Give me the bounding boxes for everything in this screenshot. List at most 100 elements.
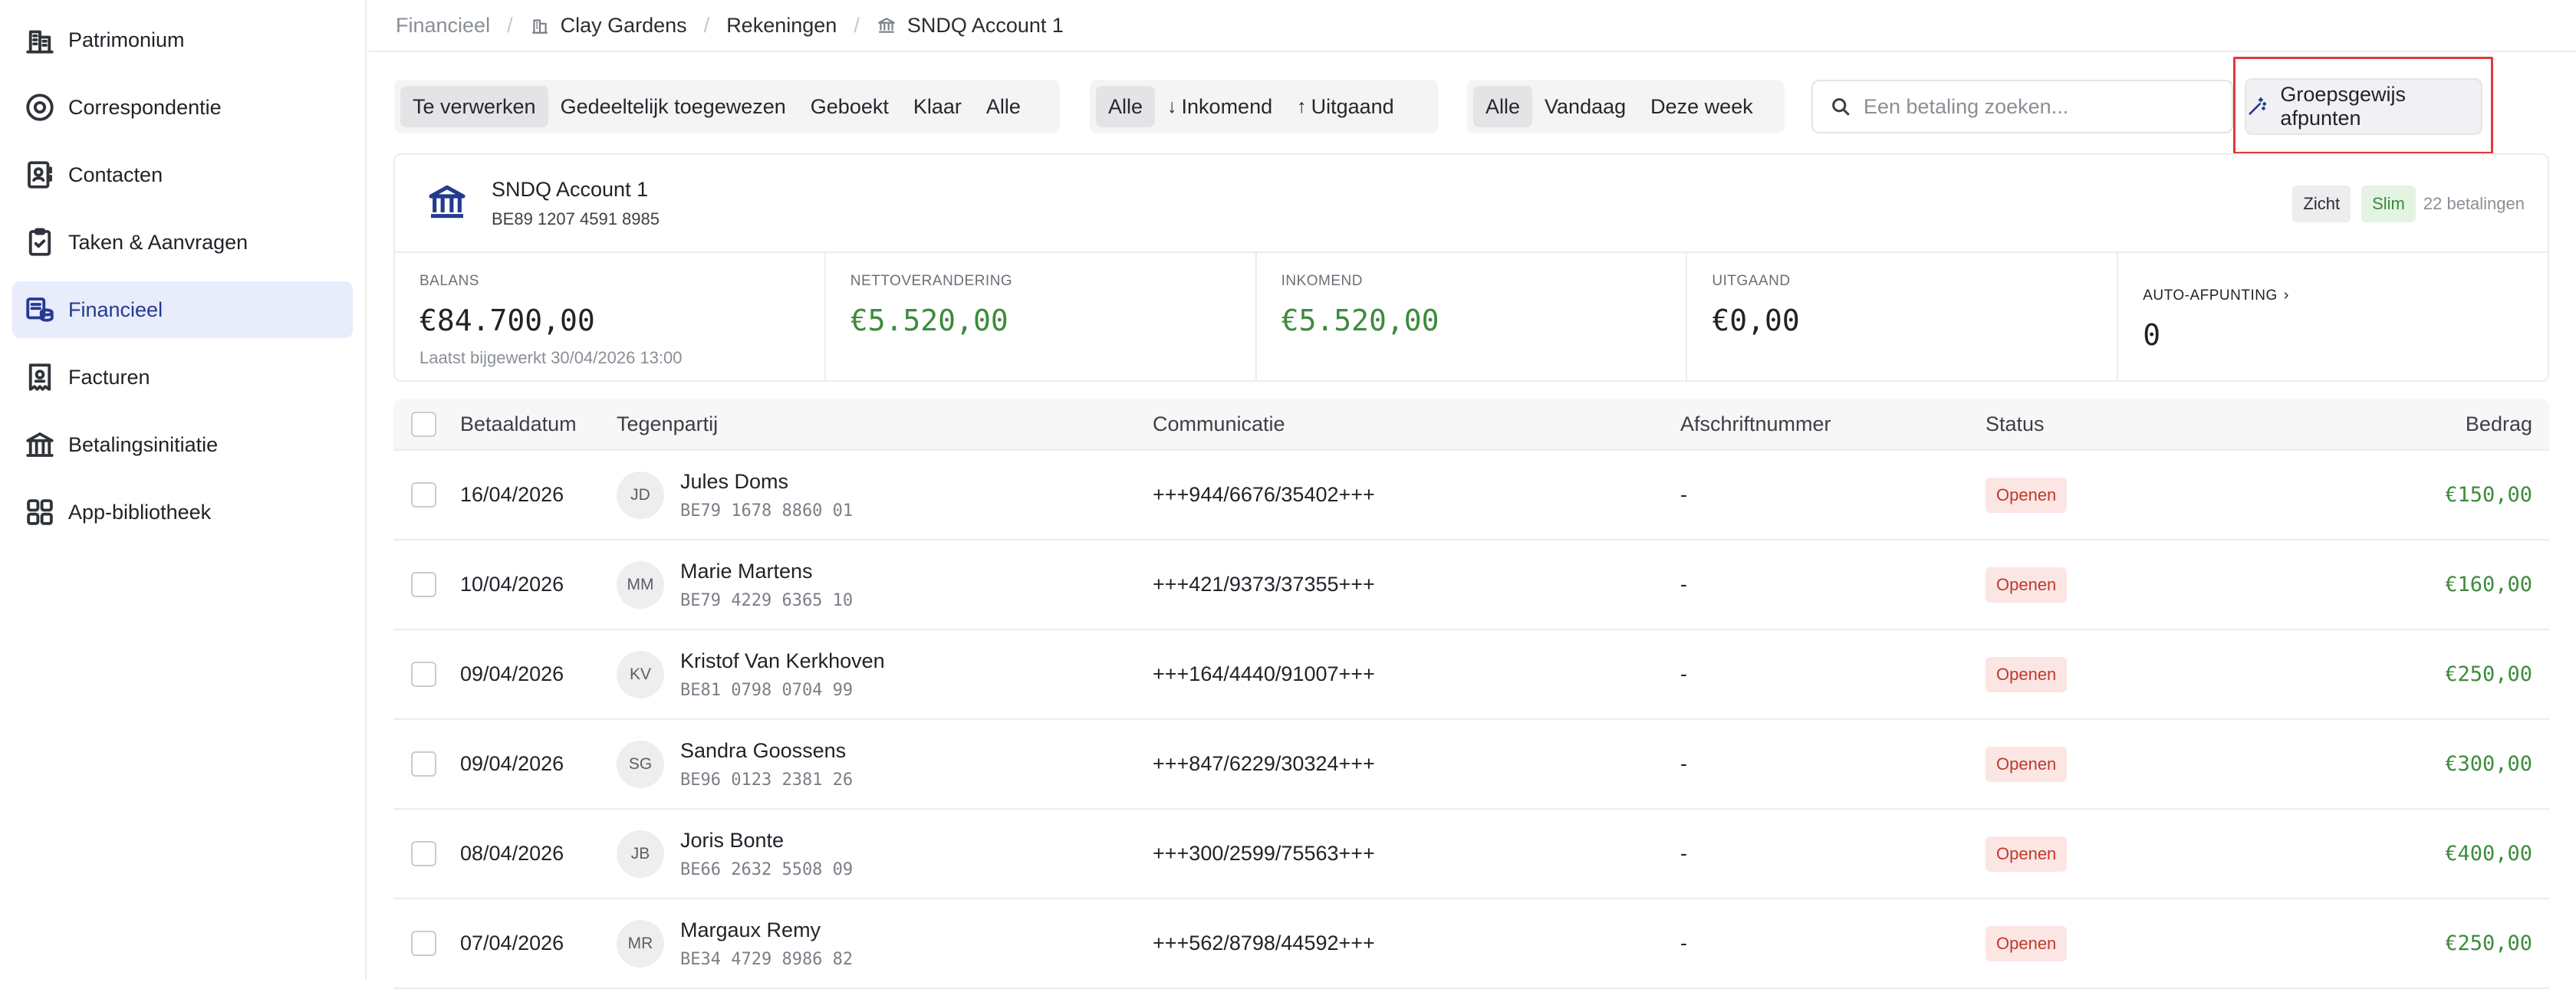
status-badge: Openen — [1985, 656, 2068, 692]
avatar: KV — [617, 650, 664, 698]
filter-direction-label: Uitgaand — [1311, 94, 1394, 118]
header-divider — [368, 51, 2576, 52]
avatar: MR — [617, 919, 664, 968]
sidebar-item-contacten[interactable]: Contacten — [12, 146, 353, 203]
communication: +++562/8798/44592+++ — [1153, 932, 1375, 955]
filter-period-deze-week[interactable]: Deze week — [1638, 86, 1765, 127]
column-header-statement[interactable]: Afschriftnummer — [1680, 412, 1831, 436]
table-row[interactable]: 08/04/2026 JB Joris Bonte BE66 2632 5508… — [393, 810, 2549, 899]
status-cell: Openen — [1985, 567, 2068, 603]
sidebar-item-label: App-bibliotheek — [68, 500, 212, 524]
column-header-date[interactable]: Betaaldatum — [460, 412, 577, 436]
arrow-up-icon: ↑ — [1297, 95, 1307, 117]
filter-status-alle[interactable]: Alle — [974, 86, 1033, 127]
sidebar: Patrimonium Correspondentie Contacten Ta… — [0, 0, 367, 981]
table-row[interactable]: 07/04/2026 MR Margaux Remy BE34 4729 898… — [393, 899, 2549, 989]
counterparty: Margaux Remy BE34 4729 8986 82 — [680, 918, 853, 969]
clipboard-check-icon — [23, 225, 57, 259]
breadcrumb-rekeningen[interactable]: Rekeningen — [726, 14, 837, 38]
select-all-checkbox[interactable] — [411, 411, 436, 437]
filter-period-alle[interactable]: Alle — [1473, 86, 1533, 127]
payment-search — [1811, 80, 2233, 133]
breadcrumb-label: Clay Gardens — [560, 13, 687, 37]
filter-status-gedeeltelijk[interactable]: Gedeeltelijk toegewezen — [548, 86, 798, 127]
sidebar-item-correspondentie[interactable]: Correspondentie — [12, 79, 353, 136]
breadcrumb-separator: / — [854, 13, 860, 37]
stat-value: €5.520,00 — [850, 304, 1008, 337]
payment-amount: €250,00 — [2445, 662, 2532, 686]
row-checkbox[interactable] — [411, 482, 436, 508]
account-info: SNDQ Account 1 BE89 1207 4591 8985 — [492, 178, 660, 229]
table-row[interactable]: 10/04/2026 MM Marie Martens BE79 4229 63… — [393, 540, 2549, 630]
account-card: SNDQ Account 1 BE89 1207 4591 8985 Zicht… — [393, 153, 2549, 382]
stat-value: €5.520,00 — [1281, 304, 1439, 337]
breadcrumb-clay-gardens[interactable]: Clay Gardens — [530, 14, 687, 38]
status-cell: Openen — [1985, 925, 2068, 961]
breadcrumb-financieel[interactable]: Financieel — [396, 14, 490, 38]
coins-icon — [23, 293, 57, 327]
column-header-status[interactable]: Status — [1985, 412, 2045, 436]
account-stats: BALANS €84.700,00 Laatst bijgewerkt 30/0… — [395, 253, 2548, 382]
counterparty: Marie Martens BE79 4229 6365 10 — [680, 560, 853, 610]
payment-amount: €250,00 — [2445, 932, 2532, 955]
table-row[interactable]: 16/04/2026 JD Jules Doms BE79 1678 8860 … — [393, 451, 2549, 540]
sidebar-item-patrimonium[interactable]: Patrimonium — [12, 12, 353, 68]
avatar: MM — [617, 560, 664, 609]
table-row[interactable]: 09/04/2026 KV Kristof Van Kerkhoven BE81… — [393, 630, 2549, 720]
column-header-amount[interactable]: Bedrag — [2466, 412, 2532, 436]
status-filter-group: Te verwerken Gedeeltelijk toegewezen Geb… — [394, 80, 1060, 133]
filter-direction-alle[interactable]: Alle — [1096, 86, 1156, 127]
sidebar-item-facturen[interactable]: Facturen — [12, 349, 353, 406]
breadcrumb-separator: / — [703, 13, 710, 37]
stat-label: UITGAAND — [1712, 273, 1791, 289]
stat-auto-reconcile[interactable]: AUTO-AFPUNTING › 0 — [2118, 253, 2548, 382]
column-header-communication[interactable]: Communicatie — [1153, 412, 1285, 436]
sidebar-item-label: Contacten — [68, 163, 163, 186]
contacts-icon — [23, 158, 57, 192]
sidebar-item-label: Facturen — [68, 365, 150, 389]
row-checkbox[interactable] — [411, 841, 436, 866]
filter-direction-inkomend[interactable]: ↓ Inkomend — [1155, 86, 1285, 127]
sidebar-item-label: Betalingsinitiatie — [68, 432, 219, 456]
communication: +++847/6229/30324+++ — [1153, 752, 1375, 775]
payment-amount: €400,00 — [2445, 842, 2532, 866]
row-checkbox[interactable] — [411, 751, 436, 777]
row-checkbox[interactable] — [411, 931, 436, 956]
stat-label: INKOMEND — [1281, 273, 1363, 289]
row-checkbox[interactable] — [411, 572, 436, 597]
filter-period-vandaag[interactable]: Vandaag — [1532, 86, 1638, 127]
auto-reconcile-link[interactable]: AUTO-AFPUNTING › — [2143, 287, 2548, 304]
filter-status-geboekt[interactable]: Geboekt — [798, 86, 901, 127]
stat-label: BALANS — [419, 273, 479, 289]
sidebar-item-financieel[interactable]: Financieel — [12, 281, 353, 338]
payment-date: 10/04/2026 — [460, 573, 564, 596]
filter-direction-label: Inkomend — [1181, 94, 1273, 118]
payment-date: 09/04/2026 — [460, 662, 564, 685]
payment-amount: €300,00 — [2445, 752, 2532, 776]
status-badge: Openen — [1985, 836, 2068, 872]
stat-label: AUTO-AFPUNTING — [2143, 287, 2278, 304]
search-input[interactable] — [1864, 94, 2201, 119]
group-reconcile-button[interactable]: Groepsgewijs afpunten — [2245, 78, 2482, 135]
sidebar-item-app-bibliotheek[interactable]: App-bibliotheek — [12, 484, 353, 540]
filter-status-klaar[interactable]: Klaar — [901, 86, 974, 127]
bank-icon — [23, 428, 57, 462]
filter-direction-uitgaand[interactable]: ↑ Uitgaand — [1285, 86, 1406, 127]
status-cell: Openen — [1985, 746, 2068, 782]
stat-incoming: INKOMEND €5.520,00 — [1257, 253, 1688, 382]
counterparty-iban: BE79 4229 6365 10 — [680, 590, 854, 610]
account-tags: Zicht Slim 22 betalingen — [2282, 186, 2525, 222]
sidebar-item-betalingsinitiatie[interactable]: Betalingsinitiatie — [12, 416, 353, 473]
payments-count: 22 betalingen — [2423, 194, 2525, 213]
communication: +++421/9373/37355+++ — [1153, 573, 1375, 596]
counterparty: Sandra Goossens BE96 0123 2381 26 — [680, 739, 853, 790]
sidebar-item-taken[interactable]: Taken & Aanvragen — [12, 214, 353, 271]
row-checkbox[interactable] — [411, 662, 436, 687]
filter-status-te-verwerken[interactable]: Te verwerken — [400, 86, 548, 127]
arrow-down-icon: ↓ — [1167, 95, 1177, 117]
column-header-party[interactable]: Tegenpartij — [617, 412, 718, 436]
status-badge: Openen — [1985, 925, 2068, 961]
statement-number: - — [1680, 842, 1687, 865]
counterparty-iban: BE96 0123 2381 26 — [680, 770, 854, 790]
table-row[interactable]: 09/04/2026 SG Sandra Goossens BE96 0123 … — [393, 720, 2549, 810]
